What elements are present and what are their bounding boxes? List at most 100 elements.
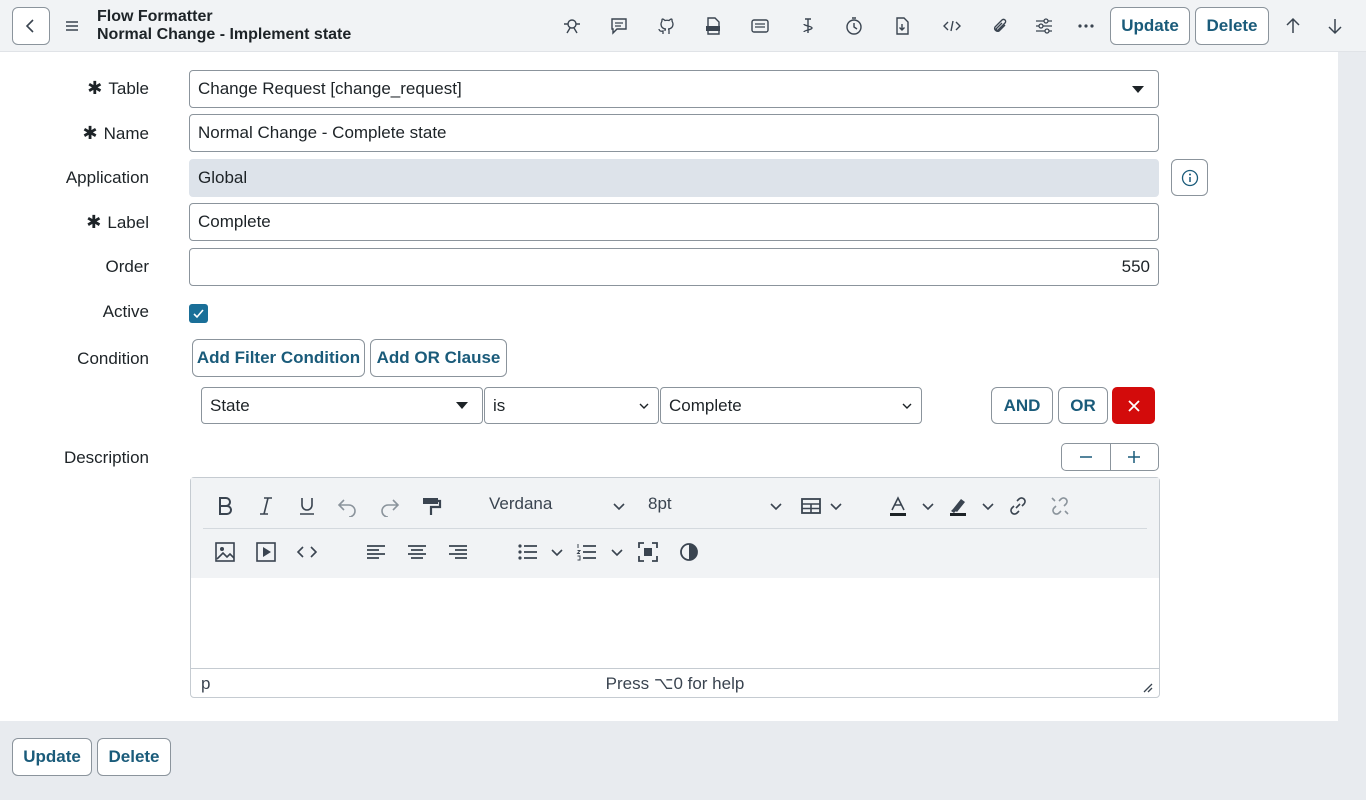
download-icon[interactable] [889,13,915,39]
label-value: Complete [198,212,271,231]
table-select[interactable]: Change Request [change_request] [189,70,1159,108]
history-icon[interactable] [841,13,867,39]
delete-condition-button[interactable] [1112,387,1155,424]
shrink-editor-button[interactable] [1062,444,1111,470]
fullscreen-icon[interactable] [635,539,661,565]
chevron-down-icon[interactable] [606,493,632,519]
description-label: Description [63,448,149,467]
format-painter-icon[interactable] [418,493,444,519]
title-line-2: Normal Change - Implement state [97,26,352,43]
align-left-icon[interactable] [363,539,389,565]
caret-down-icon [1132,86,1144,93]
more-icon[interactable] [1073,13,1099,39]
table-value: Change Request [change_request] [198,79,462,98]
font-value: Verdana [489,494,553,513]
label-field[interactable]: Complete [189,203,1159,241]
italic-icon[interactable] [253,493,279,519]
minus-icon [1079,456,1092,458]
order-value: 550 [1121,257,1150,276]
footer-bar: Update Delete [0,721,1366,800]
align-right-icon[interactable] [445,539,471,565]
hamburger-menu-icon[interactable] [63,17,81,35]
list-icon[interactable] [747,13,773,39]
font-select[interactable]: Verdana [489,494,552,514]
label-label: ✱ Label [86,212,149,232]
condition-value-value: Complete [669,395,742,415]
order-label: Order [105,257,149,276]
video-icon[interactable] [253,539,279,565]
numbered-list-icon[interactable] [574,539,600,565]
chevron-down-icon[interactable] [604,539,630,565]
name-label: ✱ Name [82,123,149,143]
highlight-color-icon[interactable] [945,493,971,519]
chevron-down-icon[interactable] [763,493,789,519]
table-label: ✱ Table [87,78,149,98]
application-label: Application [65,168,149,187]
name-field[interactable]: Normal Change - Complete state [189,114,1159,152]
page-title: Flow Formatter Normal Change - Implement… [97,8,351,44]
agent-icon[interactable] [559,13,585,39]
bold-icon[interactable] [212,493,238,519]
application-value: Global [198,168,248,187]
close-icon [1127,399,1140,412]
undo-icon[interactable] [334,493,360,519]
source-code-icon[interactable] [294,539,320,565]
and-button[interactable]: AND [991,387,1053,424]
condition-field-select[interactable]: State [201,387,483,424]
grow-editor-button[interactable] [1111,444,1159,470]
help-hint: Press ⌥0 for help [605,674,745,693]
arrow-down-icon[interactable] [1322,13,1348,39]
active-label: Active [102,302,149,321]
info-button[interactable] [1171,159,1208,196]
or-button[interactable]: OR [1058,387,1108,424]
script-icon[interactable] [795,13,821,39]
github-icon[interactable] [653,13,679,39]
name-value: Normal Change - Complete state [198,123,447,142]
required-asterisk-icon: ✱ [82,123,98,143]
chevron-down-icon[interactable] [975,493,1001,519]
info-icon [1181,169,1198,186]
condition-label: Condition [77,349,149,368]
condition-operator-select[interactable]: is [484,387,659,424]
header-delete-button[interactable]: Delete [1195,7,1269,45]
font-size-select[interactable]: 8pt [648,494,672,514]
comment-icon[interactable] [606,13,632,39]
condition-value-select[interactable]: Complete [660,387,922,424]
align-center-icon[interactable] [404,539,430,565]
add-filter-condition-button[interactable]: Add Filter Condition [192,339,365,377]
order-field[interactable]: 550 [189,248,1159,286]
footer-delete-button[interactable]: Delete [97,738,171,776]
add-or-clause-button[interactable]: Add OR Clause [370,339,507,377]
back-button[interactable] [12,7,50,45]
underline-icon[interactable] [294,493,320,519]
application-field: Global [189,159,1159,197]
chevron-left-icon [25,19,34,33]
text-color-icon[interactable] [885,493,911,519]
editor-size-stepper [1061,443,1159,471]
redo-icon[interactable] [377,493,403,519]
link-icon[interactable] [1005,493,1031,519]
header-update-button[interactable]: Update [1110,7,1190,45]
settings-sliders-icon[interactable] [1031,13,1057,39]
bullet-list-icon[interactable] [515,539,541,565]
table-icon[interactable] [798,493,824,519]
editor-content-area[interactable] [191,578,1159,668]
resize-handle-icon[interactable] [1141,681,1153,693]
arrow-up-icon[interactable] [1280,13,1306,39]
header-bar: Flow Formatter Normal Change - Implement… [0,0,1366,52]
image-icon[interactable] [212,539,238,565]
chevron-down-icon[interactable] [823,493,849,519]
caret-down-icon [456,402,468,409]
code-icon[interactable] [939,13,965,39]
footer-update-button[interactable]: Update [12,738,92,776]
contrast-icon[interactable] [676,539,702,565]
chevron-down-icon[interactable] [544,539,570,565]
xml-icon[interactable] [700,13,726,39]
condition-operator-value: is [493,395,506,415]
chevron-down-icon[interactable] [915,493,941,519]
description-editor: Verdana 8pt p Press ⌥0 for help [190,477,1160,698]
unlink-icon[interactable] [1047,493,1073,519]
active-checkbox[interactable] [189,304,208,323]
chevron-down-icon [902,403,912,409]
attachment-icon[interactable] [987,13,1013,39]
